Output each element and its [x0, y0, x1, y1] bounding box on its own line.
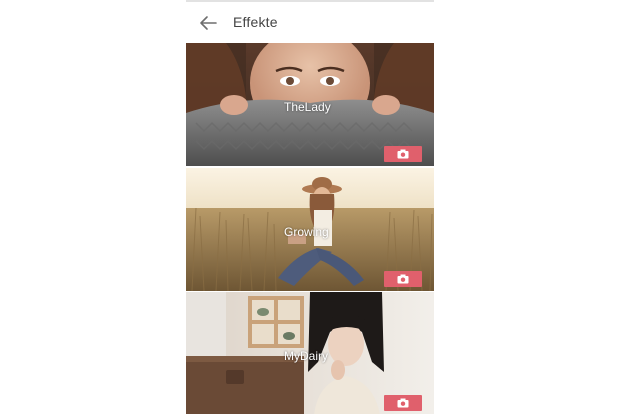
effect-card-thelady[interactable]: TheLady	[186, 43, 434, 166]
effect-label: MyDairy	[284, 349, 328, 363]
app-screen: Effekte TheLady Growing MyDairy	[186, 0, 434, 414]
camera-icon	[397, 398, 409, 408]
page-title: Effekte	[233, 14, 278, 30]
effect-card-growing[interactable]: Growing	[186, 168, 434, 291]
camera-button[interactable]	[384, 146, 422, 162]
effect-label: TheLady	[284, 100, 331, 114]
back-button[interactable]	[190, 7, 226, 39]
camera-button[interactable]	[384, 271, 422, 287]
camera-icon	[397, 149, 409, 159]
arrow-back-icon	[200, 16, 217, 30]
app-header: Effekte	[186, 2, 434, 43]
effect-label: Growing	[284, 225, 329, 239]
camera-icon	[397, 274, 409, 284]
camera-button[interactable]	[384, 395, 422, 411]
effect-card-mydairy[interactable]: MyDairy	[186, 292, 434, 414]
